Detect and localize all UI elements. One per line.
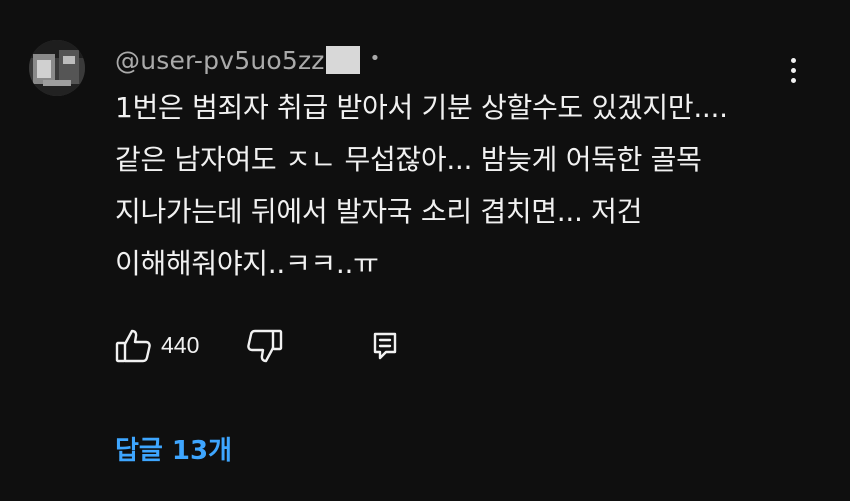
comment-line: 1번은 범죄자 취급 받아서 기분 상할수도 있겠지만....	[115, 91, 728, 124]
reply-comment-icon	[373, 332, 397, 360]
reply-button[interactable]	[370, 328, 400, 364]
comment-header: @user-pv5uo5zz •	[115, 44, 380, 76]
more-vertical-icon-dot-middle	[790, 67, 796, 73]
more-vertical-icon-dot-top	[790, 57, 796, 63]
comment-line: 지나가는데 뒤에서 발자국 소리 겹치면... 저건	[115, 195, 643, 228]
comment-line: 이해해줘야지..ㅋㅋ..ㅠ	[115, 247, 379, 280]
thumbs-up-icon	[115, 329, 151, 363]
avatar[interactable]	[29, 40, 85, 96]
like-count: 440	[161, 332, 200, 358]
thumbs-down-icon	[247, 329, 283, 363]
comment-line: 같은 남자여도 ㅈㄴ 무섭잖아... 밤늦게 어둑한 골목	[115, 143, 702, 176]
author-name[interactable]: @user-pv5uo5zz	[115, 46, 325, 75]
like-button[interactable]	[114, 328, 152, 364]
author-separator: •	[369, 47, 381, 69]
comment-text: 1번은 범죄자 취급 받아서 기분 상할수도 있겠지만.... 같은 남자여도 …	[115, 82, 815, 290]
comment-actions: 440	[114, 326, 414, 366]
avatar-image	[29, 40, 85, 96]
redaction-box	[325, 46, 360, 74]
view-replies-button[interactable]: 답글 13개	[115, 430, 232, 467]
dislike-button[interactable]	[246, 328, 284, 364]
